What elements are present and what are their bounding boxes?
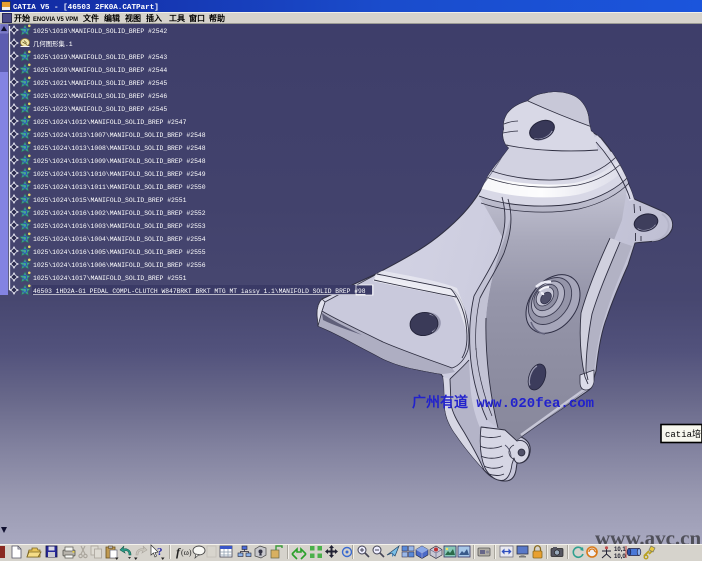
svg-text:插入: 插入 [146, 13, 162, 23]
svg-text:工具: 工具 [169, 14, 185, 23]
svg-text:CATIA V5 - [46503 2FK0A.CATPar: CATIA V5 - [46503 2FK0A.CATPart] [13, 4, 159, 12]
svg-text:帮助: 帮助 [209, 13, 225, 23]
svg-text:46503 1HD2A-G1 PEDAL COMPL-CLU: 46503 1HD2A-G1 PEDAL COMPL-CLUTCH W847BR… [33, 288, 366, 295]
svg-text:开始: 开始 [14, 13, 30, 23]
svg-text:编辑: 编辑 [104, 13, 120, 23]
svg-text:1025\1024\1016\1004\MANIFOLD_S: 1025\1024\1016\1004\MANIFOLD_SOLID_BREP … [33, 236, 206, 243]
svg-text:1025\1024\1013\1011\MANIFOLD_S: 1025\1024\1013\1011\MANIFOLD_SOLID_BREP … [33, 184, 206, 191]
svg-text:1025\1019\MANIFOLD_SOLID_BREP: 1025\1019\MANIFOLD_SOLID_BREP #2543 [33, 54, 167, 61]
svg-text:文件: 文件 [83, 13, 99, 23]
svg-text:(ω): (ω) [181, 548, 192, 557]
svg-text:1025\1024\1015\MANIFOLD_SOLID_: 1025\1024\1015\MANIFOLD_SOLID_BREP #2551 [33, 197, 187, 204]
svg-text:10,1: 10,1 [614, 547, 626, 553]
svg-text:1025\1023\MANIFOLD_SOLID_BREP: 1025\1023\MANIFOLD_SOLID_BREP #2545 [33, 106, 167, 113]
svg-text:ENOVIA V5 VPM: ENOVIA V5 VPM [33, 16, 78, 23]
svg-text:1025\1021\MANIFOLD_SOLID_BREP: 1025\1021\MANIFOLD_SOLID_BREP #2545 [33, 80, 167, 87]
svg-text:1025\1020\MANIFOLD_SOLID_BREP: 1025\1020\MANIFOLD_SOLID_BREP #2544 [33, 67, 167, 74]
svg-text:广州有道 www.020fea.com: 广州有道 www.020fea.com [412, 394, 594, 412]
svg-text:1025\1024\1016\1005\MANIFOLD_S: 1025\1024\1016\1005\MANIFOLD_SOLID_BREP … [33, 249, 206, 256]
svg-text:几何图形集.1: 几何图形集.1 [33, 39, 73, 48]
svg-text:1025\1024\1017\MANIFOLD_SOLID_: 1025\1024\1017\MANIFOLD_SOLID_BREP #2551 [33, 275, 187, 282]
svg-text:1025\1018\MANIFOLD_SOLID_BREP: 1025\1018\MANIFOLD_SOLID_BREP #2542 [33, 28, 167, 35]
svg-text:1025\1024\1012\MANIFOLD_SOLID_: 1025\1024\1012\MANIFOLD_SOLID_BREP #2547 [33, 119, 187, 126]
svg-text:?: ? [157, 546, 163, 558]
svg-text:视图: 视图 [125, 13, 141, 23]
svg-text:1025\1024\1016\1006\MANIFOLD_S: 1025\1024\1016\1006\MANIFOLD_SOLID_BREP … [33, 262, 206, 269]
svg-text:1025\1022\MANIFOLD_SOLID_BREP: 1025\1022\MANIFOLD_SOLID_BREP #2546 [33, 93, 167, 100]
svg-text:1025\1024\1013\1008\MANIFOLD_S: 1025\1024\1013\1008\MANIFOLD_SOLID_BREP … [33, 145, 206, 152]
svg-text:1025\1024\1013\1009\MANIFOLD_S: 1025\1024\1013\1009\MANIFOLD_SOLID_BREP … [33, 158, 206, 165]
svg-text:catia培: catia培 [665, 428, 701, 440]
svg-text:1025\1024\1013\1007\MANIFOLD_S: 1025\1024\1013\1007\MANIFOLD_SOLID_BREP … [33, 132, 206, 139]
svg-text:10,0: 10,0 [614, 554, 626, 560]
svg-text:1025\1024\1016\1003\MANIFOLD_S: 1025\1024\1016\1003\MANIFOLD_SOLID_BREP … [33, 223, 206, 230]
svg-text:1025\1024\1013\1010\MANIFOLD_S: 1025\1024\1013\1010\MANIFOLD_SOLID_BREP … [33, 171, 206, 178]
svg-text:1025\1024\1016\1002\MANIFOLD_S: 1025\1024\1016\1002\MANIFOLD_SOLID_BREP … [33, 210, 206, 217]
svg-text:窗口: 窗口 [189, 13, 205, 23]
